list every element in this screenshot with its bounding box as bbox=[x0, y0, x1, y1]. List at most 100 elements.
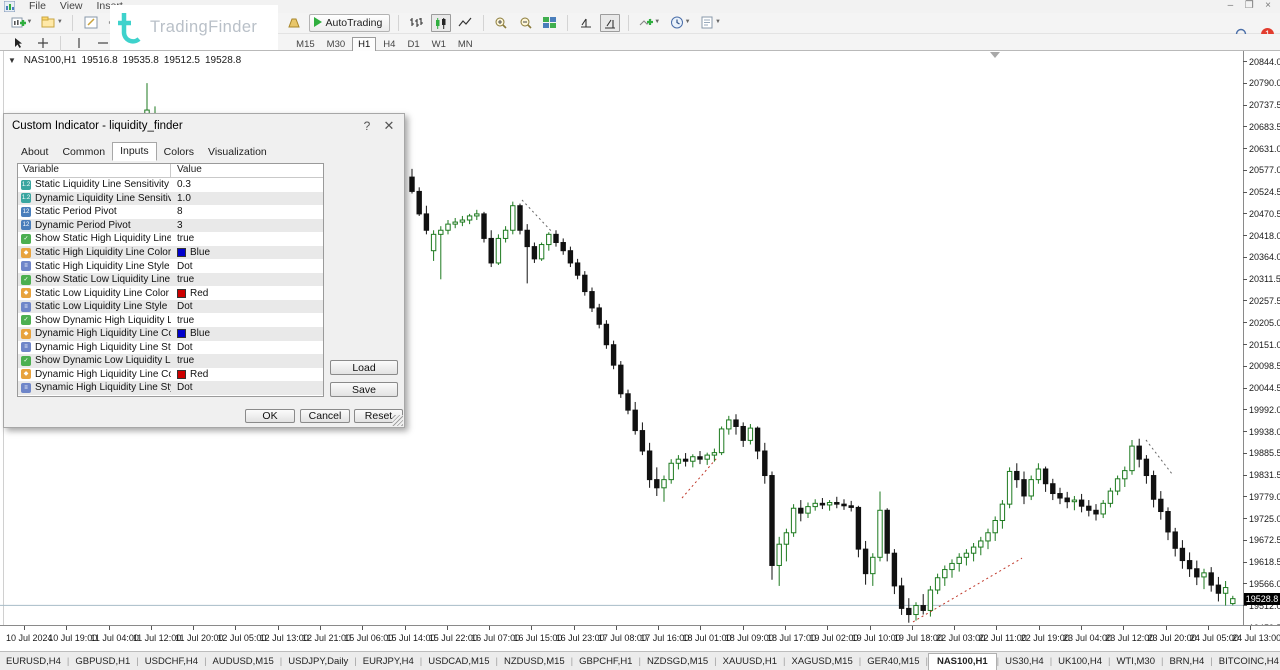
variable-value[interactable]: 3 bbox=[177, 220, 183, 231]
symbol-tab-nas100-h1[interactable]: NAS100,H1 bbox=[928, 653, 997, 670]
symbol-tab-usdjpy-daily[interactable]: USDJPY,Daily bbox=[282, 654, 354, 669]
symbol-tab-usdcad-m15[interactable]: USDCAD,M15 bbox=[422, 654, 495, 669]
profiles-icon[interactable] bbox=[39, 14, 59, 32]
timeframe-m15[interactable]: M15 bbox=[291, 38, 319, 51]
variable-value[interactable]: 1.0 bbox=[177, 193, 191, 204]
variable-value[interactable]: Red bbox=[190, 288, 208, 299]
input-row[interactable]: 12Dynamic Period Pivot3 bbox=[18, 219, 323, 233]
variable-value[interactable]: Blue bbox=[190, 328, 210, 339]
variable-value[interactable]: true bbox=[177, 233, 194, 244]
input-row[interactable]: ◆Static Low Liquidity Line ColorRed bbox=[18, 286, 323, 300]
dialog-help-button[interactable]: ? bbox=[356, 114, 378, 138]
symbol-tab-eurusd-h4[interactable]: EURUSD,H4 bbox=[0, 654, 67, 669]
tab-visualization[interactable]: Visualization bbox=[201, 144, 274, 161]
variable-value[interactable]: Dot bbox=[177, 261, 193, 272]
resize-grip[interactable] bbox=[392, 415, 403, 426]
price-tick-label: 20524.5 bbox=[1249, 187, 1280, 197]
input-row[interactable]: ◆Static High Liquidity Line ColorBlue bbox=[18, 246, 323, 260]
symbol-tab-xagusd-m15[interactable]: XAGUSD,M15 bbox=[785, 654, 858, 669]
line-chart-icon[interactable] bbox=[455, 14, 475, 32]
symbol-tab-wti-m30[interactable]: WTI,M30 bbox=[1110, 654, 1161, 669]
variable-value[interactable]: Dot bbox=[177, 301, 193, 312]
candlestick-chart-icon[interactable] bbox=[431, 14, 451, 32]
symbol-tab-nzdsgd-m15[interactable]: NZDSGD,M15 bbox=[641, 654, 714, 669]
timeframe-d1[interactable]: D1 bbox=[402, 38, 424, 51]
input-row[interactable]: ◆Dynamic High Liquidity Line ColorBlue bbox=[18, 327, 323, 341]
shift-end-icon[interactable] bbox=[576, 14, 596, 32]
variable-value[interactable]: Blue bbox=[190, 247, 210, 258]
dialog-close-icon[interactable]: ✕ bbox=[378, 114, 400, 138]
timeframe-mn[interactable]: MN bbox=[453, 38, 478, 51]
variable-value[interactable]: true bbox=[177, 315, 194, 326]
symbol-tab-usdchf-h4[interactable]: USDCHF,H4 bbox=[139, 654, 204, 669]
variable-value[interactable]: Dot bbox=[177, 382, 193, 393]
time-axis[interactable]: 10 Jul 202410 Jul 19:0011 Jul 04:0011 Ju… bbox=[0, 625, 1280, 651]
symbol-tab-eurjpy-h4[interactable]: EURJPY,H4 bbox=[357, 654, 420, 669]
tab-about[interactable]: About bbox=[14, 144, 55, 161]
timeframe-w1[interactable]: W1 bbox=[427, 38, 451, 51]
variable-value[interactable]: Dot bbox=[177, 342, 193, 353]
input-row[interactable]: ≡Synamic High Liquidity Line StyleDot bbox=[18, 381, 323, 395]
market-depth-icon[interactable] bbox=[284, 14, 304, 32]
int-type-icon: 12 bbox=[21, 220, 31, 230]
symbol-tab-audusd-m15[interactable]: AUDUSD,M15 bbox=[207, 654, 280, 669]
symbol-tab-xauusd-h1[interactable]: XAUUSD,H1 bbox=[717, 654, 783, 669]
input-row[interactable]: ✓Show Dynamic Low Liquidity Linetrue bbox=[18, 354, 323, 368]
timeframe-m30[interactable]: M30 bbox=[322, 38, 350, 51]
timeframe-h4[interactable]: H4 bbox=[378, 38, 400, 51]
new-chart-icon[interactable] bbox=[8, 14, 28, 32]
input-row[interactable]: 12Static Period Pivot8 bbox=[18, 205, 323, 219]
variable-value[interactable]: 0.3 bbox=[177, 179, 191, 190]
chart-shift-icon[interactable] bbox=[81, 14, 101, 32]
symbol-tab-bitcoinc-h4[interactable]: BITCOINC,H4 bbox=[1213, 654, 1280, 669]
chart-shift-marker-icon[interactable] bbox=[990, 52, 1000, 58]
templates-icon[interactable] bbox=[697, 14, 717, 32]
input-row[interactable]: ✓Show Static Low Liquidity Linetrue bbox=[18, 273, 323, 287]
input-row[interactable]: ✓Show Static High Liquidity Linetrue bbox=[18, 232, 323, 246]
load-button[interactable]: Load bbox=[330, 360, 398, 375]
periods-icon[interactable] bbox=[667, 14, 687, 32]
variable-value[interactable]: true bbox=[177, 355, 194, 366]
input-row[interactable]: ≡Static High Liquidity Line StyleDot bbox=[18, 259, 323, 273]
input-row[interactable]: ◆Dynamic High Liquidity Line ColorRed bbox=[18, 368, 323, 382]
input-row[interactable]: 1.2Dynamic Liquidity Line Sensitivity1.0 bbox=[18, 192, 323, 206]
minimize-button[interactable]: – bbox=[1222, 0, 1238, 11]
price-tick-label: 20257.5 bbox=[1249, 296, 1280, 306]
menu-view[interactable]: View bbox=[53, 0, 90, 13]
indicators-icon[interactable] bbox=[636, 14, 656, 32]
tab-common[interactable]: Common bbox=[55, 144, 112, 161]
symbol-tab-uk100-h4[interactable]: UK100,H4 bbox=[1052, 654, 1108, 669]
ok-button[interactable]: OK bbox=[245, 409, 295, 423]
tab-inputs[interactable]: Inputs bbox=[112, 142, 157, 161]
dialog-title-bar[interactable]: Custom Indicator - liquidity_finder ? ✕ bbox=[4, 114, 404, 138]
color-type-icon: ◆ bbox=[21, 288, 31, 298]
input-row[interactable]: ≡Dynamic High Liquidity Line StyleDot bbox=[18, 341, 323, 355]
zoom-out-icon[interactable] bbox=[516, 14, 536, 32]
variable-value[interactable]: true bbox=[177, 274, 194, 285]
input-row[interactable]: 1.2Static Liquidity Line Sensitivity0.3 bbox=[18, 178, 323, 192]
input-row[interactable]: ✓Show Dynamic High Liquidity Linetrue bbox=[18, 313, 323, 327]
autotrading-button[interactable]: AutoTrading bbox=[309, 14, 391, 32]
symbol-tab-ger40-m15[interactable]: GER40,M15 bbox=[861, 654, 925, 669]
cancel-button[interactable]: Cancel bbox=[300, 409, 350, 423]
input-row[interactable]: ≡Static Low Liquidity Line StyleDot bbox=[18, 300, 323, 314]
zoom-in-icon[interactable] bbox=[491, 14, 511, 32]
shift-chart-icon[interactable] bbox=[600, 14, 620, 32]
close-button[interactable]: × bbox=[1260, 0, 1276, 11]
symbol-tab-gbpchf-h1[interactable]: GBPCHF,H1 bbox=[573, 654, 638, 669]
symbol-tab-brn-h4[interactable]: BRN,H4 bbox=[1163, 654, 1210, 669]
inputs-table[interactable]: Variable Value 1.2Static Liquidity Line … bbox=[17, 163, 324, 397]
menu-file[interactable]: File bbox=[22, 0, 53, 13]
variable-value[interactable]: 8 bbox=[177, 206, 183, 217]
bar-chart-icon[interactable] bbox=[406, 14, 426, 32]
tab-colors[interactable]: Colors bbox=[157, 144, 201, 161]
restore-button[interactable]: ❐ bbox=[1241, 0, 1257, 11]
tile-windows-icon[interactable] bbox=[540, 14, 560, 32]
timeframe-h1[interactable]: H1 bbox=[352, 37, 376, 52]
symbol-tab-us30-h4[interactable]: US30,H4 bbox=[999, 654, 1050, 669]
save-button[interactable]: Save bbox=[330, 382, 398, 397]
variable-value[interactable]: Red bbox=[190, 369, 208, 380]
symbol-tab-gbpusd-h1[interactable]: GBPUSD,H1 bbox=[69, 654, 136, 669]
variable-name: Dynamic High Liquidity Line Color bbox=[35, 369, 171, 380]
symbol-tab-nzdusd-m15[interactable]: NZDUSD,M15 bbox=[498, 654, 571, 669]
